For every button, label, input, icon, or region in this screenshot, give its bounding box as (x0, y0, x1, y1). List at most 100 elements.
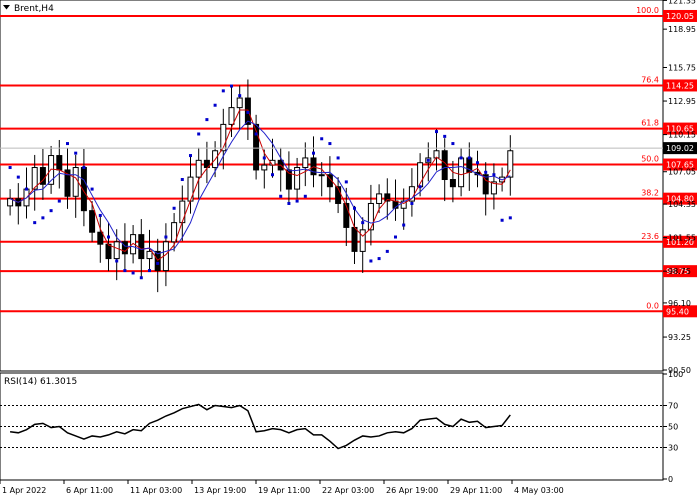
candle-body (187, 176, 194, 202)
time-tick-label: 26 Apr 19:00 (386, 486, 438, 495)
sar-dot (25, 187, 28, 191)
sar-dot (98, 213, 102, 217)
sar-dot (500, 218, 504, 222)
sar-dot (90, 187, 94, 191)
sar-dot (33, 221, 37, 225)
sar-dot (467, 156, 471, 160)
fib-ratio-label: 0.0 (646, 301, 659, 310)
current-price-label: 109.02 (666, 144, 694, 153)
chart-background (0, 0, 700, 500)
price-tick-label: 118.95 (668, 25, 696, 34)
price-tick-label: 101.55 (668, 234, 696, 243)
sar-dot (492, 173, 496, 177)
sar-dot (508, 216, 512, 220)
price-tick-label: 98.75 (668, 267, 691, 276)
symbol-title-text: Brent,H4 (14, 4, 54, 14)
candle-body (318, 174, 325, 177)
sar-dot (49, 209, 53, 213)
sar-dot (451, 142, 455, 146)
candle-body (97, 231, 104, 245)
sar-dot (426, 158, 430, 162)
price-tick-label: 110.15 (668, 131, 696, 140)
sar-dot (361, 221, 365, 225)
sar-dot (66, 142, 69, 146)
candle-body (449, 179, 456, 188)
candle-body (261, 164, 268, 171)
time-tick-label: 13 Apr 19:00 (194, 486, 246, 495)
candle-body (146, 250, 153, 260)
fib-ratio-label: 38.2 (641, 189, 659, 198)
fib-price-label: 114.25 (666, 81, 694, 90)
time-tick-label: 4 May 03:00 (514, 486, 564, 495)
sar-dot (328, 142, 332, 146)
trading-chart[interactable]: 100.0120.0576.4114.2561.8110.6550.0107.6… (0, 0, 700, 500)
candle-body (72, 167, 79, 197)
sar-dot (271, 173, 274, 177)
sar-dot (16, 175, 20, 179)
candle-body (138, 234, 145, 260)
sar-dot (8, 166, 12, 170)
candle-body (367, 202, 374, 231)
sar-dot (279, 194, 283, 198)
sar-dot (115, 259, 119, 263)
sar-dot (205, 118, 209, 122)
sar-dot (139, 276, 143, 280)
candle-body (228, 107, 235, 125)
sar-dot (197, 132, 201, 136)
sar-dot (82, 166, 86, 170)
price-tick-label: 104.35 (668, 200, 696, 209)
candle-body (458, 157, 465, 188)
rsi-tick-label: 100 (668, 370, 683, 379)
time-tick-label: 19 Apr 11:00 (258, 486, 310, 495)
candle-body (195, 159, 202, 178)
fib-ratio-label: 61.8 (641, 119, 659, 128)
sar-dot (254, 132, 258, 136)
price-tick-label: 96.10 (668, 299, 691, 308)
sar-dot (107, 235, 110, 239)
sar-dot (344, 180, 348, 184)
rsi-title: RSI(14) 61.3015 (4, 377, 77, 387)
sar-dot (353, 206, 356, 210)
sar-dot (230, 84, 233, 88)
sar-dot (484, 170, 488, 174)
sar-dot (377, 257, 381, 261)
sar-dot (312, 151, 315, 155)
fib-ratio-label: 76.4 (641, 75, 659, 84)
sar-dot (418, 185, 422, 189)
price-tick-label: 107.05 (668, 168, 696, 177)
time-tick-label: 29 Apr 11:00 (450, 486, 502, 495)
sar-dot (320, 137, 324, 141)
sar-dot (238, 94, 242, 98)
candle-body (179, 200, 186, 224)
sar-dot (148, 269, 151, 273)
sar-dot (246, 110, 250, 114)
sar-dot (41, 216, 45, 220)
sar-dot (459, 156, 463, 160)
rsi-tick-label: 30 (668, 444, 678, 453)
rsi-tick-label: 0 (668, 475, 673, 484)
candle-body (113, 241, 120, 260)
sar-dot (369, 259, 373, 263)
fib-ratio-label: 23.6 (641, 232, 659, 241)
sar-dot (443, 134, 447, 138)
sar-dot (385, 249, 389, 253)
sar-dot (131, 271, 135, 275)
price-tick-label: 121.35 (668, 0, 696, 5)
sar-dot (435, 130, 438, 134)
time-tick-label: 1 Apr 2022 (2, 486, 46, 495)
sar-dot (476, 161, 479, 165)
candle-body (105, 243, 112, 260)
fib-price-label: 95.40 (666, 307, 689, 316)
sar-dot (221, 89, 225, 93)
sar-dot (213, 103, 217, 107)
sar-dot (189, 154, 192, 158)
sar-dot (156, 261, 160, 265)
candle-body (89, 210, 96, 233)
candle-body (236, 97, 243, 109)
sar-dot (410, 201, 414, 205)
time-tick-label: 11 Apr 03:00 (130, 486, 182, 495)
sar-dot (57, 199, 61, 203)
candle-body (359, 229, 366, 252)
sar-dot (180, 178, 184, 182)
sar-dot (394, 235, 397, 239)
